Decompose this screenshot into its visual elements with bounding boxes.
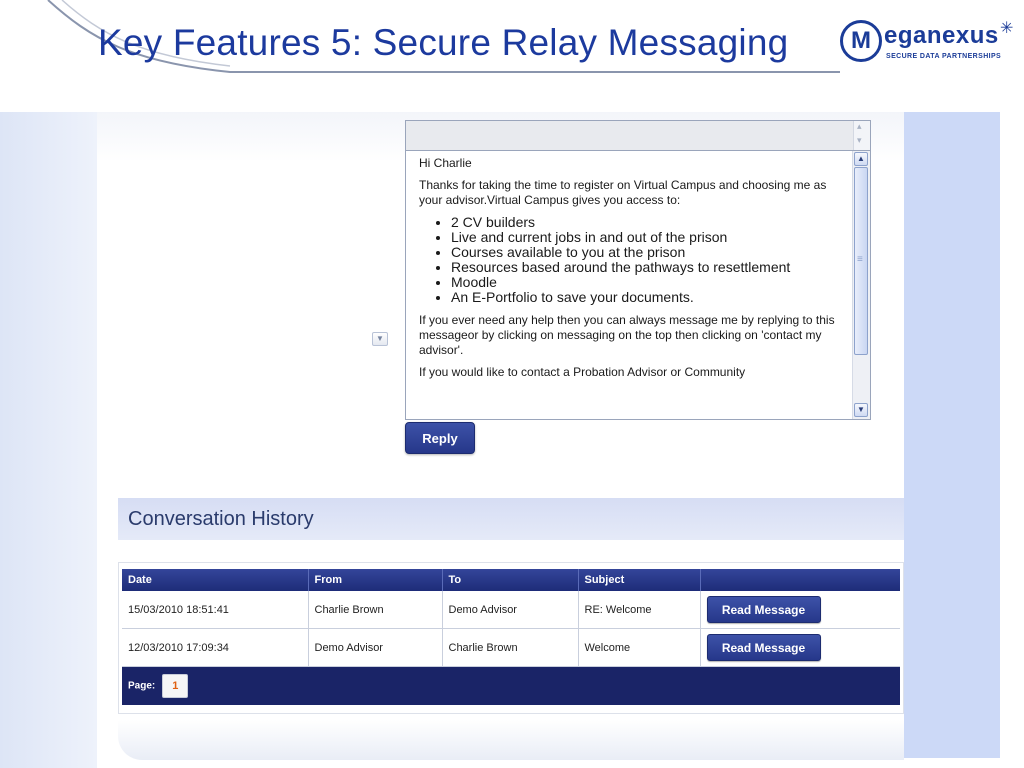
conversation-table: Date From To Subject 15/03/2010 18:51:41… bbox=[122, 569, 900, 705]
list-item: 2 CV builders bbox=[451, 215, 839, 230]
cell-to: Charlie Brown bbox=[442, 628, 579, 667]
list-item: Moodle bbox=[451, 275, 839, 290]
column-header-from[interactable]: From bbox=[308, 569, 443, 591]
scrollbar-thumb[interactable] bbox=[854, 167, 868, 355]
message-body[interactable]: Hi Charlie Thanks for taking the time to… bbox=[405, 150, 871, 420]
read-message-button[interactable]: Read Message bbox=[706, 634, 821, 661]
cell-subject: Welcome bbox=[578, 628, 701, 667]
message-greeting: Hi Charlie bbox=[419, 156, 472, 170]
list-item: An E-Portfolio to save your documents. bbox=[451, 290, 839, 305]
app-screenshot: ▼ Hi Charlie Thanks for taking the time … bbox=[0, 112, 1000, 768]
message-intro: Thanks for taking the time to register o… bbox=[419, 178, 827, 207]
list-item: Live and current jobs in and out of the … bbox=[451, 230, 839, 245]
recipient-list[interactable]: ▼ bbox=[370, 112, 390, 352]
section-title: Conversation History bbox=[128, 508, 314, 530]
asterisk-icon: ✳ bbox=[1000, 20, 1014, 37]
table-row: 15/03/2010 18:51:41 Charlie Brown Demo A… bbox=[122, 591, 900, 629]
logo-mark-icon: M bbox=[840, 20, 882, 62]
left-margin bbox=[0, 112, 97, 768]
cell-from: Charlie Brown bbox=[308, 591, 443, 629]
meganexus-logo: M eganexus ✳ SECURE DATA PARTNERSHIPS bbox=[840, 18, 1020, 70]
pager-bar: Page: 1 bbox=[122, 666, 900, 705]
column-header-date[interactable]: Date bbox=[122, 569, 309, 591]
cell-action: Read Message bbox=[700, 591, 900, 629]
cell-subject: RE: Welcome bbox=[578, 591, 701, 629]
table-row: 12/03/2010 17:09:34 Demo Advisor Charlie… bbox=[122, 628, 900, 667]
message-help: If you ever need any help then you can a… bbox=[419, 313, 835, 357]
feature-list: 2 CV builders Live and current jobs in a… bbox=[419, 215, 839, 305]
column-header-to[interactable]: To bbox=[442, 569, 579, 591]
message-text: Hi Charlie Thanks for taking the time to… bbox=[419, 156, 839, 387]
logo-wordmark: eganexus bbox=[884, 22, 999, 49]
conversation-history-header: Conversation History bbox=[118, 498, 904, 540]
cell-to: Demo Advisor bbox=[442, 591, 579, 629]
read-message-button[interactable]: Read Message bbox=[706, 596, 821, 623]
column-header-action bbox=[700, 569, 900, 591]
logo-tagline: SECURE DATA PARTNERSHIPS bbox=[886, 53, 1002, 60]
scroll-down-icon[interactable]: ▼ bbox=[854, 403, 868, 417]
conversation-history-panel: Date From To Subject 15/03/2010 18:51:41… bbox=[118, 562, 904, 714]
cell-date: 12/03/2010 17:09:34 bbox=[122, 628, 309, 667]
cell-date: 15/03/2010 18:51:41 bbox=[122, 591, 309, 629]
message-subject-field[interactable] bbox=[405, 120, 871, 150]
message-cutoff: If you would like to contact a Probation… bbox=[419, 365, 746, 379]
list-item: Resources based around the pathways to r… bbox=[451, 260, 839, 275]
scroll-down-icon[interactable]: ▼ bbox=[372, 332, 388, 346]
reply-button[interactable]: Reply bbox=[405, 422, 475, 454]
column-header-subject[interactable]: Subject bbox=[578, 569, 701, 591]
list-item: Courses available to you at the prison bbox=[451, 245, 839, 260]
cell-from: Demo Advisor bbox=[308, 628, 443, 667]
right-side-panel bbox=[904, 112, 1000, 758]
mini-scrollbar[interactable] bbox=[853, 121, 870, 150]
slide-title: Key Features 5: Secure Relay Messaging bbox=[98, 22, 789, 63]
cell-action: Read Message bbox=[700, 628, 900, 667]
table-header-row: Date From To Subject bbox=[122, 569, 900, 591]
scroll-up-icon[interactable]: ▲ bbox=[854, 152, 868, 166]
message-scrollbar[interactable]: ▲ ▼ bbox=[852, 151, 870, 419]
pager-label: Page: bbox=[128, 680, 156, 692]
pager-row: Page: 1 bbox=[122, 666, 900, 705]
bottom-shade bbox=[118, 720, 904, 760]
page-button[interactable]: 1 bbox=[162, 674, 189, 698]
